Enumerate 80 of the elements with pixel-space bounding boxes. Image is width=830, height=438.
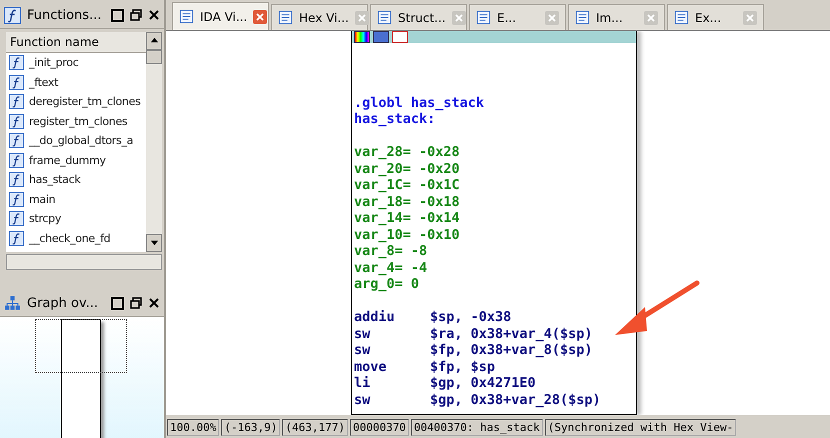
scroll-up-icon[interactable] (150, 36, 158, 45)
mnemonic: addiu (354, 309, 396, 326)
operands: $ra, 0x38+var_4($sp) (430, 326, 593, 342)
horizontal-scrollbar[interactable] (6, 254, 162, 270)
document-icon (476, 10, 491, 25)
function-icon (9, 230, 24, 246)
status-field: 00000370 (350, 418, 409, 436)
function-icon (9, 211, 24, 226)
pane-title: Functions... (27, 8, 102, 22)
function-item[interactable]: strcpy (6, 209, 146, 228)
status-field: 00400370: has_stack (410, 418, 543, 436)
graph-overview-canvas[interactable] (0, 317, 164, 438)
document-icon (575, 10, 590, 25)
function-icon (9, 94, 24, 110)
close-icon[interactable] (148, 9, 160, 21)
function-item[interactable]: main (6, 190, 146, 209)
hierarchy-icon (4, 294, 21, 312)
scroll-thumb[interactable] (146, 50, 162, 64)
operands: $fp, $sp (430, 358, 496, 375)
maximize-icon[interactable] (111, 296, 124, 310)
code-line: var_10= -0x10 (354, 226, 461, 243)
function-item[interactable]: __do_global_dtors_a (6, 131, 146, 150)
code-line: var_1C= -0x1C (354, 177, 461, 194)
mnemonic: sw (354, 326, 372, 342)
code-line: has_stack: (354, 111, 436, 128)
function-item[interactable]: register_tm_clones (6, 112, 146, 131)
close-icon[interactable] (148, 297, 160, 309)
status-field: (-163,9) (221, 418, 280, 436)
restore-icon[interactable] (130, 9, 142, 21)
code-line: var_4= -4 (354, 260, 428, 276)
tab[interactable]: E... (469, 4, 566, 30)
function-item[interactable]: frame_dummy (6, 150, 146, 170)
scroll-down-icon[interactable] (150, 238, 158, 247)
function-icon (9, 172, 24, 188)
code-line: .globl has_stack (354, 94, 486, 111)
code-line: var_20= -0x20 (354, 160, 461, 177)
function-icon (4, 6, 21, 24)
operands: $gp, 0x38+var_28($sp) (430, 392, 601, 408)
operands: $sp, -0x38 (430, 309, 512, 326)
document-icon (377, 10, 392, 25)
function-item[interactable]: _ftext (6, 72, 146, 92)
tab[interactable]: Hex Vi... (271, 4, 368, 30)
operands: $fp, 0x38+var_8($sp) (430, 342, 593, 358)
function-icon (9, 74, 24, 90)
mnemonic: sw (354, 342, 372, 358)
code-line: arg_0= 0 (354, 276, 420, 292)
column-header[interactable]: Function name (6, 32, 146, 53)
tab[interactable]: Im... (568, 4, 665, 30)
document-icon (278, 10, 293, 25)
mnemonic: move (354, 358, 388, 375)
function-item[interactable]: has_stack (6, 170, 146, 190)
function-icon (9, 133, 24, 148)
code-line: var_14= -0x14 (354, 210, 461, 226)
function-icon (9, 55, 24, 70)
restore-icon[interactable] (130, 297, 142, 309)
status-field: 100.00% (167, 418, 220, 436)
function-icon (9, 152, 24, 168)
pane-title: Graph ov... (27, 296, 100, 310)
maximize-icon[interactable] (111, 8, 124, 22)
operands: $gp, 0x4271E0 (430, 375, 536, 392)
tab[interactable]: IDA Vi... (172, 2, 269, 30)
tab[interactable]: Ex... (667, 4, 764, 30)
status-field: (Synchronized with Hex View- (544, 418, 736, 436)
function-icon (9, 114, 24, 129)
document-icon (674, 10, 689, 25)
mnemonic: li (354, 375, 372, 392)
graph-view[interactable] (166, 31, 830, 415)
mnemonic: sw (354, 392, 372, 408)
code-line: var_18= -0x18 (354, 194, 461, 210)
color-icon[interactable] (354, 31, 370, 43)
function-item[interactable]: deregister_tm_clones (6, 92, 146, 112)
document-icon (179, 9, 194, 24)
code-line: var_8= -8 (354, 243, 428, 260)
function-icon (9, 192, 24, 207)
status-field: (463,177) (282, 418, 348, 436)
tab[interactable]: Struct... (370, 4, 467, 30)
function-item[interactable]: _init_proc (6, 53, 146, 72)
vertical-scrollbar[interactable] (146, 32, 162, 252)
code-line: var_28= -0x28 (354, 144, 461, 160)
function-item[interactable]: __check_one_fd (6, 228, 146, 248)
